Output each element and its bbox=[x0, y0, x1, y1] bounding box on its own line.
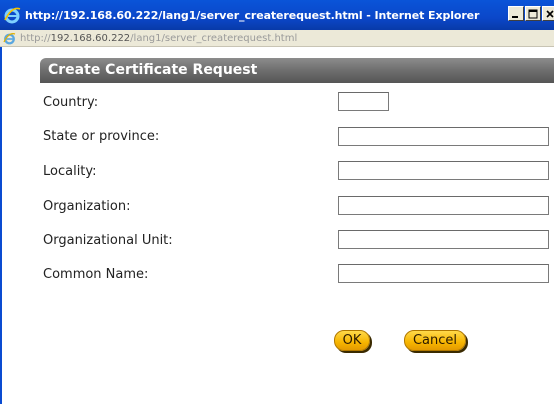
organization-label: Organization: bbox=[43, 199, 131, 214]
ok-button[interactable]: OK bbox=[334, 330, 370, 351]
locality-input[interactable] bbox=[338, 161, 549, 180]
common-name-input[interactable] bbox=[338, 264, 549, 283]
minimize-button[interactable] bbox=[508, 6, 524, 21]
window-title: http://192.168.60.222/lang1/server_creat… bbox=[25, 8, 480, 22]
locality-label: Locality: bbox=[43, 164, 97, 179]
country-input[interactable] bbox=[338, 92, 389, 111]
close-icon bbox=[546, 9, 554, 18]
organizational-unit-input[interactable] bbox=[338, 230, 549, 249]
address-prefix: http:// bbox=[20, 32, 51, 44]
address-bar[interactable]: http://192.168.60.222/lang1/server_creat… bbox=[0, 30, 554, 47]
state-label: State or province: bbox=[43, 129, 160, 144]
organizational-unit-label: Organizational Unit: bbox=[43, 233, 173, 248]
window-title-bar[interactable]: http://192.168.60.222/lang1/server_creat… bbox=[0, 0, 554, 30]
address-path: /lang1/server_createrequest.html bbox=[130, 32, 298, 44]
country-label: Country: bbox=[43, 95, 99, 110]
organization-input[interactable] bbox=[338, 196, 549, 215]
common-name-label: Common Name: bbox=[43, 267, 149, 282]
internet-explorer-icon bbox=[3, 6, 21, 24]
section-header: Create Certificate Request bbox=[40, 58, 554, 83]
cancel-button[interactable]: Cancel bbox=[404, 330, 466, 351]
address-host: 192.168.60.222 bbox=[50, 32, 131, 44]
close-button[interactable] bbox=[542, 6, 554, 21]
maximize-icon bbox=[528, 9, 538, 18]
state-input[interactable] bbox=[338, 127, 549, 146]
maximize-button[interactable] bbox=[525, 6, 541, 21]
minimize-icon bbox=[512, 15, 518, 18]
page-icon bbox=[3, 32, 16, 45]
window-left-border bbox=[0, 47, 2, 404]
